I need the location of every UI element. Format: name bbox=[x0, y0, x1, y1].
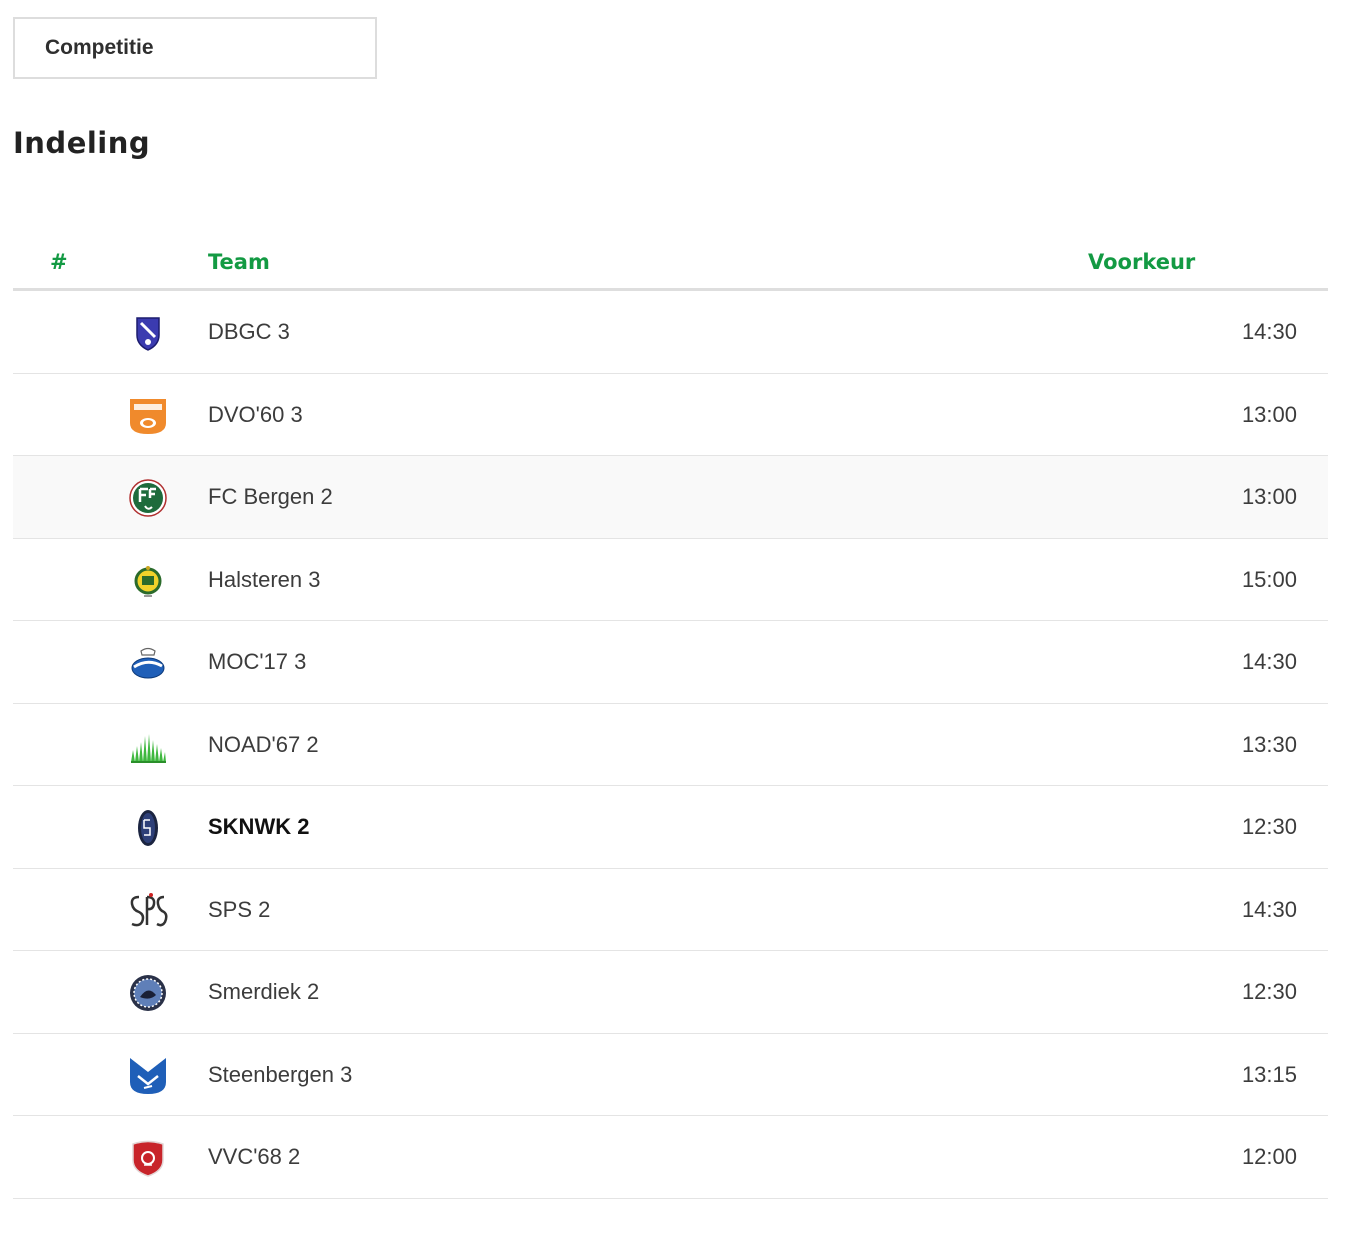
team-name[interactable]: MOC'17 3 bbox=[208, 649, 306, 675]
table-row[interactable]: Halsteren 3 15:00 bbox=[13, 538, 1328, 621]
team-name[interactable]: DBGC 3 bbox=[208, 319, 290, 345]
smerdiek-logo bbox=[128, 973, 168, 1013]
column-header-preference: Voorkeur bbox=[1088, 250, 1196, 274]
preference-time: 14:30 bbox=[1241, 896, 1297, 922]
table-row[interactable]: DBGC 3 14:30 bbox=[13, 291, 1328, 374]
halsteren-logo bbox=[128, 561, 168, 601]
competitie-tab-label: Competitie bbox=[45, 36, 154, 59]
preference-time: 12:00 bbox=[1241, 1144, 1297, 1169]
standings-table: # Team Voorkeur DBGC 3 14:30 DVO'60 3 13… bbox=[13, 236, 1328, 1199]
fc-bergen-logo bbox=[128, 478, 168, 518]
table-row[interactable]: VVC'68 2 12:00 bbox=[13, 1116, 1328, 1199]
competitie-tab[interactable]: Competitie bbox=[13, 17, 377, 79]
noad67-logo bbox=[128, 726, 168, 766]
team-name[interactable]: VVC'68 2 bbox=[208, 1144, 300, 1170]
vvc68-logo bbox=[128, 1138, 168, 1178]
team-name[interactable]: Smerdiek 2 bbox=[208, 979, 319, 1005]
preference-time: 13:30 bbox=[1241, 731, 1297, 757]
table-row[interactable]: SKNWK 2 12:30 bbox=[13, 786, 1328, 869]
team-name[interactable]: FC Bergen 2 bbox=[208, 484, 333, 510]
team-name[interactable]: Steenbergen 3 bbox=[208, 1062, 352, 1088]
preference-time: 15:00 bbox=[1241, 566, 1297, 592]
sknwk-logo bbox=[128, 808, 168, 848]
table-row[interactable]: MOC'17 3 14:30 bbox=[13, 621, 1328, 704]
preference-time: 12:30 bbox=[1241, 814, 1297, 839]
table-header: # Team Voorkeur bbox=[13, 236, 1328, 291]
team-name[interactable]: SPS 2 bbox=[208, 897, 270, 923]
team-name[interactable]: SKNWK 2 bbox=[208, 814, 309, 840]
table-row[interactable]: SPS 2 14:30 bbox=[13, 868, 1328, 951]
table-row[interactable]: NOAD'67 2 13:30 bbox=[13, 703, 1328, 786]
preference-time: 14:30 bbox=[1241, 319, 1297, 344]
column-header-rank: # bbox=[50, 250, 68, 274]
preference-time: 13:00 bbox=[1241, 484, 1297, 509]
preference-time: 14:30 bbox=[1241, 649, 1297, 674]
table-row[interactable]: FC Bergen 2 13:00 bbox=[13, 456, 1328, 539]
sps-logo bbox=[128, 891, 168, 931]
preference-time: 13:00 bbox=[1241, 401, 1297, 427]
moc17-logo bbox=[128, 643, 168, 683]
page-title: Indeling bbox=[13, 126, 151, 160]
steenbergen-logo bbox=[128, 1056, 168, 1096]
dvo60-logo bbox=[128, 396, 168, 436]
table-row[interactable]: Steenbergen 3 13:15 bbox=[13, 1033, 1328, 1116]
table-row[interactable]: DVO'60 3 13:00 bbox=[13, 373, 1328, 456]
column-header-team: Team bbox=[208, 250, 270, 274]
dbgc-logo bbox=[128, 313, 168, 353]
preference-time: 13:15 bbox=[1241, 1061, 1297, 1087]
team-name[interactable]: Halsteren 3 bbox=[208, 567, 321, 593]
team-name[interactable]: NOAD'67 2 bbox=[208, 732, 319, 758]
team-name[interactable]: DVO'60 3 bbox=[208, 402, 303, 428]
preference-time: 12:30 bbox=[1241, 979, 1297, 1004]
table-row[interactable]: Smerdiek 2 12:30 bbox=[13, 951, 1328, 1034]
